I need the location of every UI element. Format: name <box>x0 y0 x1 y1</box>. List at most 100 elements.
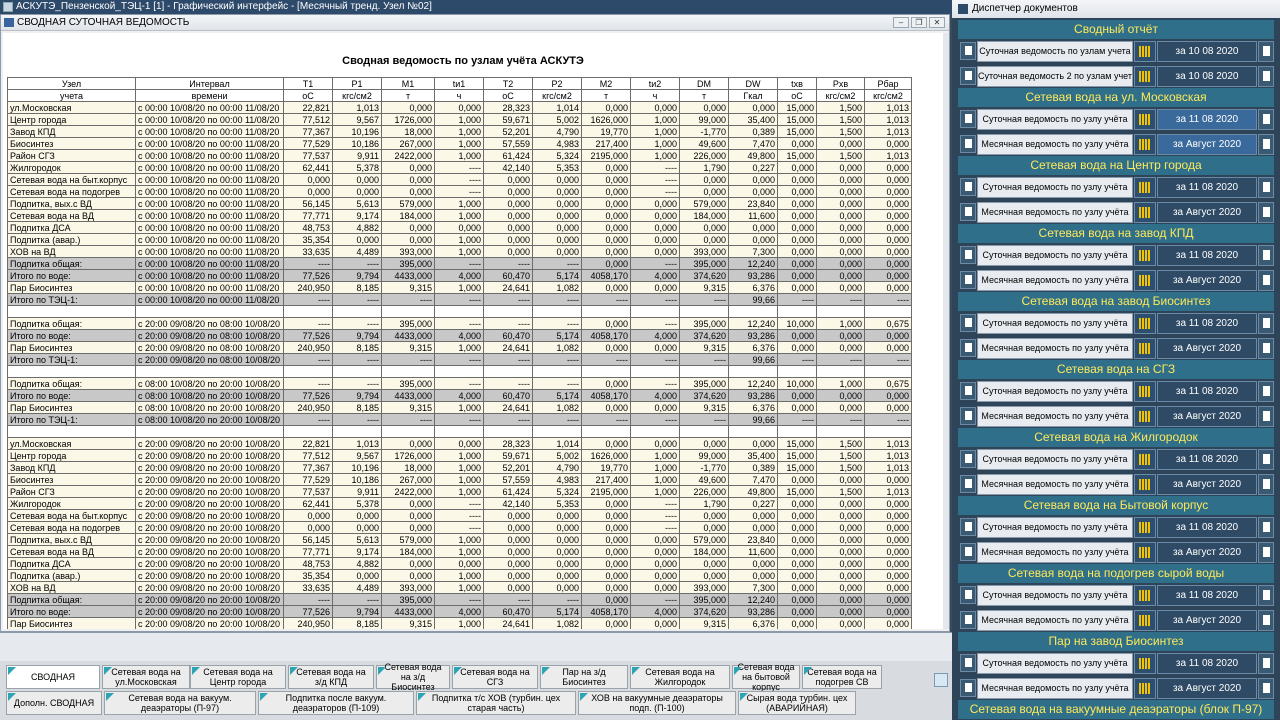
calendar-icon[interactable] <box>1134 41 1156 62</box>
document-icon[interactable] <box>960 314 976 332</box>
document-icon[interactable] <box>960 110 976 128</box>
print-document-icon[interactable] <box>1258 653 1274 674</box>
print-document-icon[interactable] <box>1258 313 1274 334</box>
document-icon[interactable] <box>960 679 976 697</box>
calendar-icon[interactable] <box>1134 177 1156 198</box>
calendar-icon[interactable] <box>1134 585 1156 606</box>
close-icon[interactable]: ✕ <box>929 17 945 28</box>
print-document-icon[interactable] <box>1258 517 1274 538</box>
calendar-icon[interactable] <box>1134 610 1156 631</box>
calendar-icon[interactable] <box>1134 245 1156 266</box>
print-document-icon[interactable] <box>1258 202 1274 223</box>
calendar-icon[interactable] <box>1134 202 1156 223</box>
open-report-button[interactable]: Суточная ведомость по узлу учёта <box>977 313 1133 334</box>
node-tab[interactable]: Сырая вода турбин. цех (АВАРИЙНАЯ) <box>738 691 856 715</box>
document-icon[interactable] <box>960 543 976 561</box>
node-tab[interactable]: Сетевая вода на з/д КПД <box>288 665 374 689</box>
report-date-button[interactable]: за 11 08 2020 <box>1157 313 1257 334</box>
open-report-button[interactable]: Суточная ведомость по узлу учёта <box>977 381 1133 402</box>
report-date-button[interactable]: за 10 08 2020 <box>1157 41 1257 62</box>
restore-icon[interactable]: ❐ <box>911 17 927 28</box>
document-icon[interactable] <box>960 382 976 400</box>
book-icon[interactable] <box>934 673 948 687</box>
report-date-button[interactable]: за 11 08 2020 <box>1157 245 1257 266</box>
report-date-button[interactable]: за Август 2020 <box>1157 610 1257 631</box>
report-date-button[interactable]: за Август 2020 <box>1157 406 1257 427</box>
calendar-icon[interactable] <box>1134 406 1156 427</box>
report-date-button[interactable]: за 11 08 2020 <box>1157 585 1257 606</box>
print-document-icon[interactable] <box>1258 542 1274 563</box>
print-document-icon[interactable] <box>1258 41 1274 62</box>
open-report-button[interactable]: Месячная ведомость по узлу учёта <box>977 202 1133 223</box>
open-report-button[interactable]: Месячная ведомость по узлу учёта <box>977 610 1133 631</box>
print-document-icon[interactable] <box>1258 610 1274 631</box>
print-document-icon[interactable] <box>1258 177 1274 198</box>
calendar-icon[interactable] <box>1134 313 1156 334</box>
document-icon[interactable] <box>960 246 976 264</box>
calendar-icon[interactable] <box>1134 449 1156 470</box>
open-report-button[interactable]: Суточная ведомость по узлу учёта <box>977 653 1133 674</box>
report-date-button[interactable]: за Август 2020 <box>1157 338 1257 359</box>
print-document-icon[interactable] <box>1258 381 1274 402</box>
document-icon[interactable] <box>960 407 976 425</box>
open-report-button[interactable]: Суточная ведомость по узлу учёта <box>977 177 1133 198</box>
print-document-icon[interactable] <box>1258 585 1274 606</box>
open-report-button[interactable]: Месячная ведомость по узлу учёта <box>977 270 1133 291</box>
tabs-scrollbar[interactable] <box>0 633 952 661</box>
node-tab[interactable]: Сетевая вода на з/д Биосинтез <box>376 662 450 692</box>
node-tab[interactable]: Сетевая вода на ул.Московская <box>102 665 190 689</box>
calendar-icon[interactable] <box>1134 517 1156 538</box>
report-date-button[interactable]: за Август 2020 <box>1157 202 1257 223</box>
print-document-icon[interactable] <box>1258 406 1274 427</box>
report-date-button[interactable]: за Август 2020 <box>1157 542 1257 563</box>
print-document-icon[interactable] <box>1258 449 1274 470</box>
open-report-button[interactable]: Месячная ведомость по узлу учёта <box>977 406 1133 427</box>
document-icon[interactable] <box>960 271 976 289</box>
calendar-icon[interactable] <box>1134 678 1156 699</box>
node-tab[interactable]: Сетевая вода на СГЗ <box>452 665 538 689</box>
document-icon[interactable] <box>960 135 976 153</box>
document-icon[interactable] <box>960 475 976 493</box>
report-date-button[interactable]: за 11 08 2020 <box>1157 449 1257 470</box>
node-tab[interactable]: Подпитка т/с ХОВ (турбин. цех старая час… <box>416 691 576 715</box>
node-tab[interactable]: Сетевая вода на подогрев СВ <box>802 665 882 689</box>
open-report-button[interactable]: Суточная ведомость по узлу учёта <box>977 517 1133 538</box>
report-date-button[interactable]: за 11 08 2020 <box>1157 517 1257 538</box>
node-tab[interactable]: ХОВ на вакуумные деаэраторы подп. (П-100… <box>578 691 736 715</box>
print-document-icon[interactable] <box>1258 338 1274 359</box>
calendar-icon[interactable] <box>1134 338 1156 359</box>
open-report-button[interactable]: Суточная ведомость 2 по узлам учета <box>977 66 1133 87</box>
open-report-button[interactable]: Месячная ведомость по узлу учёта <box>977 542 1133 563</box>
node-tab[interactable]: Дополн. СВОДНАЯ <box>6 691 102 715</box>
report-date-button[interactable]: за 11 08 2020 <box>1157 381 1257 402</box>
node-tab[interactable]: Подпитка после вакуум. деаэраторов (П-10… <box>258 691 414 715</box>
open-report-button[interactable]: Месячная ведомость по узлу учёта <box>977 134 1133 155</box>
calendar-icon[interactable] <box>1134 109 1156 130</box>
node-tab[interactable]: Пар на з/д Биосинтез <box>540 665 628 689</box>
document-icon[interactable] <box>960 654 976 672</box>
report-date-button[interactable]: за 10 08 2020 <box>1157 66 1257 87</box>
report-date-button[interactable]: за Август 2020 <box>1157 474 1257 495</box>
print-document-icon[interactable] <box>1258 134 1274 155</box>
calendar-icon[interactable] <box>1134 542 1156 563</box>
print-document-icon[interactable] <box>1258 245 1274 266</box>
open-report-button[interactable]: Суточная ведомость по узлу учёта <box>977 449 1133 470</box>
node-tab[interactable]: Сетевая вода на Жилгородок <box>630 665 730 689</box>
report-date-button[interactable]: за 11 08 2020 <box>1157 109 1257 130</box>
node-tab[interactable]: Сетевая вода на вакуум. деаэраторы (П-97… <box>104 691 256 715</box>
open-report-button[interactable]: Суточная ведомость по узлам учета <box>977 41 1133 62</box>
calendar-icon[interactable] <box>1134 653 1156 674</box>
report-date-button[interactable]: за Август 2020 <box>1157 678 1257 699</box>
open-report-button[interactable]: Месячная ведомость по узлу учёта <box>977 474 1133 495</box>
minimize-icon[interactable]: – <box>893 17 909 28</box>
calendar-icon[interactable] <box>1134 270 1156 291</box>
open-report-button[interactable]: Месячная ведомость по узлу учёта <box>977 678 1133 699</box>
document-icon[interactable] <box>960 339 976 357</box>
report-date-button[interactable]: за 11 08 2020 <box>1157 653 1257 674</box>
report-date-button[interactable]: за Август 2020 <box>1157 134 1257 155</box>
open-report-button[interactable]: Суточная ведомость по узлу учёта <box>977 245 1133 266</box>
document-icon[interactable] <box>960 203 976 221</box>
vertical-scrollbar[interactable] <box>943 33 949 629</box>
print-document-icon[interactable] <box>1258 270 1274 291</box>
calendar-icon[interactable] <box>1134 134 1156 155</box>
